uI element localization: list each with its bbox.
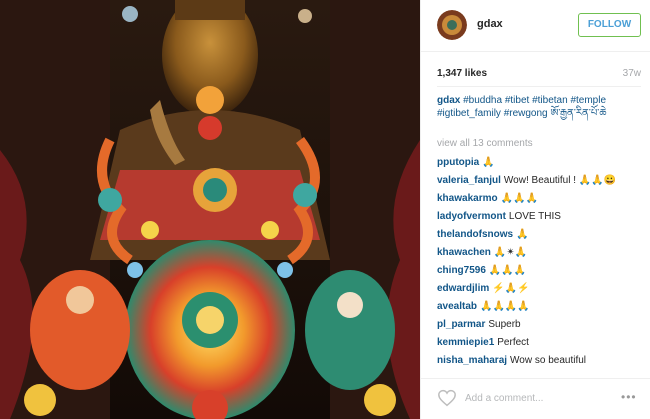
divider bbox=[437, 86, 641, 87]
comment-text: LOVE THIS bbox=[508, 211, 561, 222]
comment-username[interactable]: valeria_fanjul bbox=[437, 175, 501, 186]
view-all-comments-link[interactable]: view all 13 comments bbox=[437, 138, 533, 149]
post-side-panel: gdax FOLLOW 1,347 likes 37w gdax #buddha… bbox=[420, 0, 650, 419]
comment-item: pputopia 🙏 bbox=[437, 155, 641, 173]
comment-text: Wow! Beautiful ! 🙏🙏😀 bbox=[503, 175, 617, 186]
comment-text: ⚡🙏⚡ bbox=[492, 283, 530, 294]
comment-item: pl_parmar Superb bbox=[437, 317, 641, 335]
comment-username[interactable]: khawakarmo bbox=[437, 193, 498, 204]
comment-username[interactable]: ladyofvermont bbox=[437, 211, 506, 222]
follow-button[interactable]: FOLLOW bbox=[578, 13, 641, 37]
comment-username[interactable]: thelandofsnows bbox=[437, 229, 513, 240]
comment-username[interactable]: edwardjlim bbox=[437, 283, 489, 294]
comment-item: avealtab 🙏🙏🙏🙏 bbox=[437, 299, 641, 317]
comment-item: khawakarmo 🙏🙏🙏 bbox=[437, 191, 641, 209]
comment-text: Perfect bbox=[497, 337, 529, 348]
comment-item: khawachen 🙏✴🙏 bbox=[437, 245, 641, 263]
comment-username[interactable]: kemmiepie1 bbox=[437, 337, 494, 348]
heart-outline-icon[interactable] bbox=[437, 389, 457, 407]
comment-item: kemmiepie1 Perfect bbox=[437, 335, 641, 353]
post-age[interactable]: 37w bbox=[623, 68, 641, 79]
comment-item: edwardjlim ⚡🙏⚡ bbox=[437, 281, 641, 299]
comment-text: Wow so beautiful bbox=[510, 355, 587, 366]
comment-text: 🙏🙏🙏 bbox=[488, 265, 527, 276]
comment-input[interactable] bbox=[465, 389, 605, 407]
comment-text: 🙏🙏🙏🙏 bbox=[480, 301, 530, 312]
comment-username[interactable]: pl_parmar bbox=[437, 319, 485, 330]
comment-text: 🙏 bbox=[482, 157, 495, 168]
post-photo[interactable] bbox=[0, 0, 420, 419]
comment-text: 🙏 bbox=[516, 229, 529, 240]
comment-item: nisha_maharaj Wow so beautiful bbox=[437, 353, 641, 371]
post-stats: 1,347 likes 37w bbox=[437, 66, 641, 80]
post-header: gdax FOLLOW bbox=[421, 0, 650, 52]
caption-username[interactable]: gdax bbox=[437, 95, 460, 106]
caption-text[interactable]: #buddha #tibet #tibetan #temple #igtibet… bbox=[437, 95, 606, 119]
comment-username[interactable]: pputopia bbox=[437, 157, 479, 168]
more-options-icon[interactable]: ••• bbox=[621, 391, 639, 403]
comment-username[interactable]: avealtab bbox=[437, 301, 477, 312]
comment-footer: ••• bbox=[421, 378, 650, 419]
avatar-mandala-icon bbox=[437, 10, 467, 40]
comment-item: valeria_fanjul Wow! Beautiful ! 🙏🙏😀 bbox=[437, 173, 641, 191]
comment-username[interactable]: nisha_maharaj bbox=[437, 355, 507, 366]
post-caption: gdax #buddha #tibet #tibetan #temple #ig… bbox=[437, 94, 637, 120]
comment-item: thelandofsnows 🙏 bbox=[437, 227, 641, 245]
comment-username[interactable]: ching7596 bbox=[437, 265, 486, 276]
comment-text: 🙏🙏🙏 bbox=[500, 193, 538, 204]
comment-username[interactable]: khawachen bbox=[437, 247, 491, 258]
comment-list: pputopia 🙏 valeria_fanjul Wow! Beautiful !… bbox=[437, 155, 641, 371]
comment-item: ladyofvermont LOVE THIS bbox=[437, 209, 641, 227]
comment-item: ching7596 🙏🙏🙏 bbox=[437, 263, 641, 281]
comment-text: Superb bbox=[488, 319, 521, 330]
comment-text: 🙏✴🙏 bbox=[493, 247, 528, 258]
post-username[interactable]: gdax bbox=[477, 18, 503, 30]
likes-count[interactable]: 1,347 likes bbox=[437, 68, 487, 79]
buddha-altar-image bbox=[0, 0, 420, 419]
avatar[interactable] bbox=[437, 10, 467, 40]
